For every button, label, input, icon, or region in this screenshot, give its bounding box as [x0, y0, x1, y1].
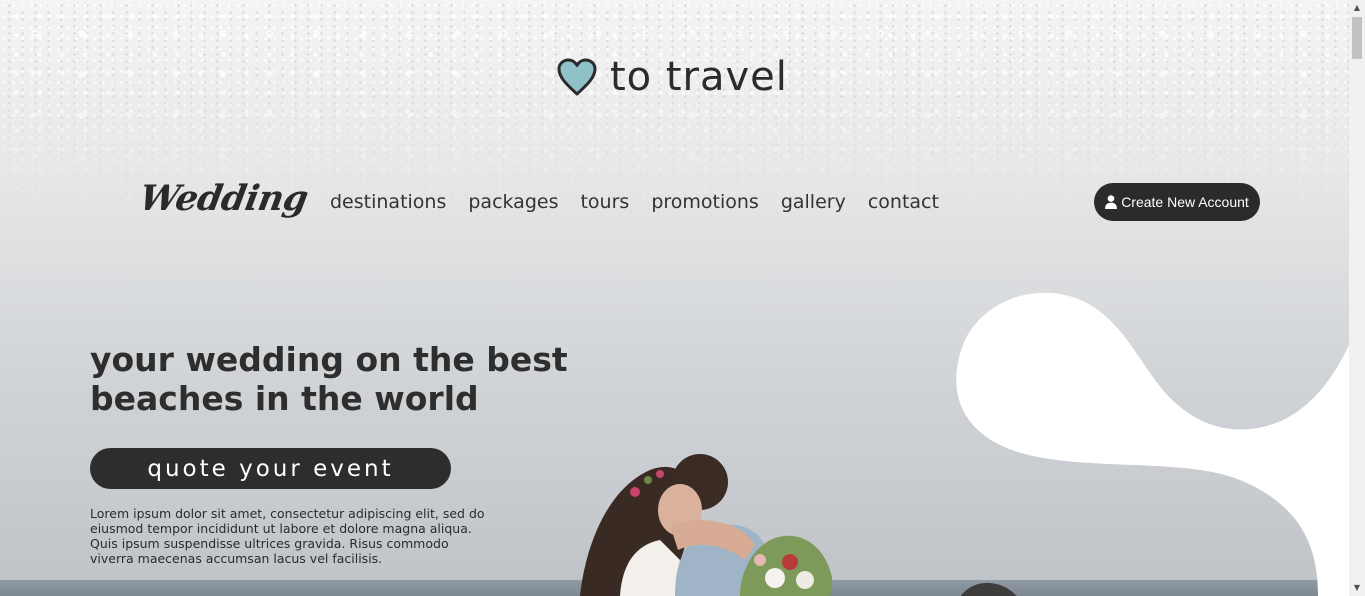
main-nav: destinations packages tours promotions g…	[330, 191, 939, 213]
page-viewport: to travel Wedding destinations packages …	[0, 0, 1349, 596]
brand-logo[interactable]: to travel	[556, 52, 788, 102]
user-icon	[1105, 195, 1118, 209]
create-account-label: Create New Account	[1121, 194, 1249, 210]
nav-link-packages[interactable]: packages	[468, 191, 558, 213]
decorative-white-wave	[956, 285, 1349, 596]
nav-link-gallery[interactable]: gallery	[781, 191, 846, 213]
heart-icon	[557, 58, 597, 96]
wedding-couple-photo	[580, 454, 833, 596]
hero-title: your wedding on the best beaches in the …	[90, 340, 568, 418]
wedding-logo[interactable]: Wedding	[136, 178, 311, 219]
nav-link-contact[interactable]: contact	[868, 191, 939, 213]
vertical-scrollbar[interactable]: ▲ ▼	[1349, 0, 1365, 596]
rock-shape	[960, 582, 1017, 596]
scroll-down-arrow-icon[interactable]: ▼	[1349, 580, 1365, 596]
scroll-thumb[interactable]	[1352, 17, 1362, 59]
nav-link-promotions[interactable]: promotions	[651, 191, 759, 213]
nav-link-destinations[interactable]: destinations	[330, 191, 446, 213]
quote-event-button[interactable]: quote your event	[90, 448, 451, 489]
brand-text: to travel	[610, 54, 788, 100]
hero-description: Lorem ipsum dolor sit amet, consectetur …	[90, 506, 485, 566]
create-account-button[interactable]: Create New Account	[1094, 183, 1260, 221]
scroll-up-arrow-icon[interactable]: ▲	[1349, 0, 1365, 16]
nav-link-tours[interactable]: tours	[580, 191, 629, 213]
